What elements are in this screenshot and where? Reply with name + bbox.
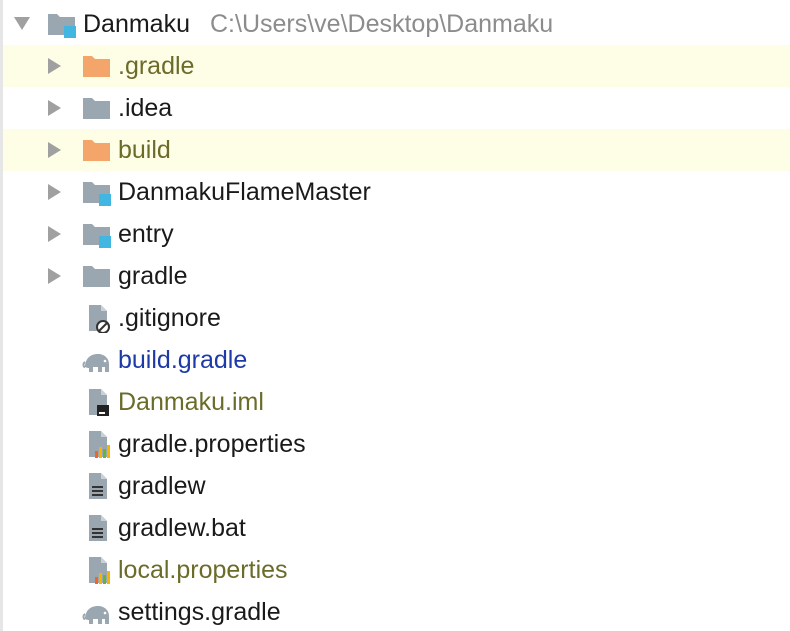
root-name: Danmaku	[83, 10, 190, 38]
tree-item-label: .gradle	[118, 52, 195, 80]
tree-item-row[interactable]: entry	[3, 213, 790, 255]
tree-item-label: build.gradle	[118, 346, 248, 374]
root-path: C:\Users\ve\Desktop\Danmaku	[210, 10, 554, 38]
tree-item-row[interactable]: .gitignore	[3, 297, 790, 339]
module-folder-icon	[82, 219, 112, 249]
properties-file-icon	[82, 429, 112, 459]
module-folder-icon	[47, 9, 77, 39]
expand-arrow-icon[interactable]	[48, 100, 61, 116]
folder-excluded-icon	[82, 51, 112, 81]
tree-item-label: gradlew	[118, 472, 206, 500]
tree-item-label: gradle.properties	[118, 430, 306, 458]
tree-item-label: gradlew.bat	[118, 514, 246, 542]
tree-item-label: DanmakuFlameMaster	[118, 178, 371, 206]
tree-item-label: Danmaku.iml	[118, 388, 264, 416]
tree-item-label: build	[118, 136, 171, 164]
properties-file-icon	[82, 555, 112, 585]
tree-item-row[interactable]: build.gradle	[3, 339, 790, 381]
tree-item-row[interactable]: settings.gradle	[3, 591, 790, 631]
expand-arrow-icon[interactable]	[48, 142, 61, 158]
tree-item-row[interactable]: build	[3, 129, 790, 171]
gradle-elephant-icon	[82, 345, 112, 375]
module-folder-icon	[82, 177, 112, 207]
ignored-file-icon	[82, 303, 112, 334]
tree-item-row[interactable]: gradlew	[3, 465, 790, 507]
tree-item-row[interactable]: gradle.properties	[3, 423, 790, 465]
collapse-arrow-icon[interactable]	[14, 17, 30, 30]
tree-item-label: local.properties	[118, 556, 288, 584]
tree-item-row[interactable]: Danmaku.iml	[3, 381, 790, 423]
tree-root-row[interactable]: Danmaku C:\Users\ve\Desktop\Danmaku	[3, 3, 790, 45]
folder-icon	[82, 93, 112, 123]
iml-file-icon	[82, 387, 112, 417]
gradle-elephant-icon	[82, 597, 112, 627]
text-file-icon	[82, 471, 112, 501]
expand-arrow-icon[interactable]	[48, 58, 61, 74]
tree-item-row[interactable]: gradlew.bat	[3, 507, 790, 549]
text-file-icon	[82, 513, 112, 543]
tree-item-label: .gitignore	[118, 304, 221, 332]
tree-item-label: .idea	[118, 94, 173, 122]
tree-item-row[interactable]: .gradle	[3, 45, 790, 87]
tree-item-label: entry	[118, 220, 174, 248]
expand-arrow-icon[interactable]	[48, 184, 61, 200]
tree-item-row[interactable]: local.properties	[3, 549, 790, 591]
tree-item-row[interactable]: gradle	[3, 255, 790, 297]
folder-icon	[82, 261, 112, 291]
expand-arrow-icon[interactable]	[48, 226, 61, 242]
project-tree: Danmaku C:\Users\ve\Desktop\Danmaku .gra…	[0, 0, 790, 631]
tree-item-label: gradle	[118, 262, 188, 290]
folder-excluded-icon	[82, 135, 112, 165]
tree-item-row[interactable]: .idea	[3, 87, 790, 129]
tree-item-label: settings.gradle	[118, 598, 281, 626]
expand-arrow-icon[interactable]	[48, 268, 61, 284]
tree-item-row[interactable]: DanmakuFlameMaster	[3, 171, 790, 213]
